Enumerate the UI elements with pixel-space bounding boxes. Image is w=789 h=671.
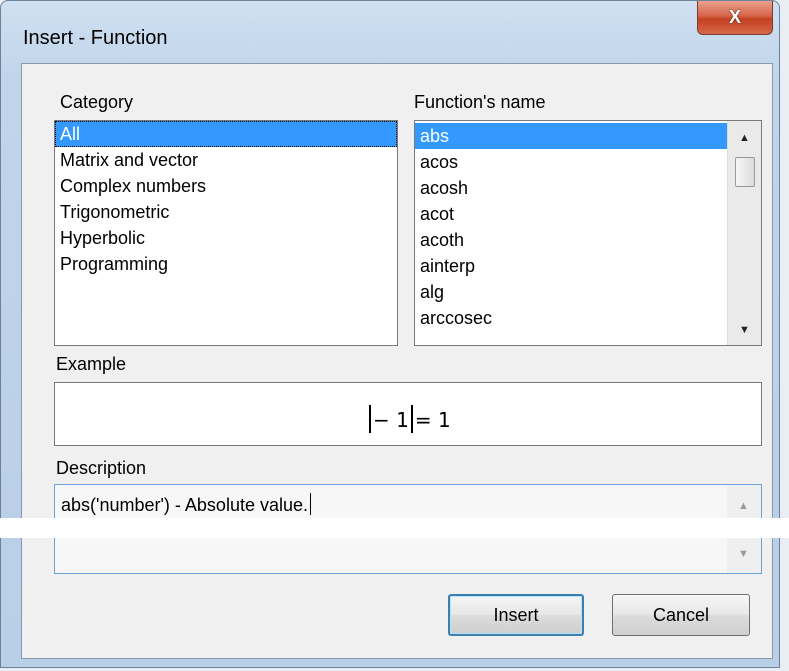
function-list-item[interactable]: acos: [415, 149, 761, 175]
function-name-label: Function's name: [414, 92, 546, 112]
function-list-item[interactable]: ainterp: [415, 253, 761, 279]
category-list-item[interactable]: Trigonometric: [55, 199, 397, 225]
function-list: abs acos acosh acot acoth ainterp alg arccosec: [415, 121, 761, 331]
function-list-item[interactable]: acoth: [415, 227, 761, 253]
dialog-title: Insert - Function: [23, 27, 168, 49]
dialog-client-area: Category All Matrix and vector Complex num…: [21, 63, 773, 659]
dialog-window: Insert - Function X Category All Matrix a…: [0, 0, 780, 668]
description-text: abs('number') - Absolute value.: [61, 493, 311, 516]
up-arrow-icon[interactable]: ▲: [728, 125, 761, 151]
category-list-item[interactable]: Hyperbolic: [55, 225, 397, 251]
function-listbox[interactable]: abs acos acosh acot acoth ainterp alg arccosec …: [414, 120, 762, 346]
formula-one: 1: [396, 408, 409, 432]
abs-bar-left: [369, 405, 371, 433]
function-list-item[interactable]: acot: [415, 201, 761, 227]
cancel-button[interactable]: Cancel: [612, 594, 750, 636]
description-label: Description: [56, 458, 147, 478]
function-list-item[interactable]: acosh: [415, 175, 761, 201]
screen-artifact-stripe: [0, 518, 789, 538]
function-list-scrollbar[interactable]: ▲ ▼: [727, 121, 761, 345]
abs-bar-right: [410, 405, 413, 433]
description-value: abs('number') - Absolute value.: [61, 495, 308, 515]
text-caret: [310, 493, 311, 515]
scrollbar-thumb[interactable]: [735, 157, 755, 187]
up-arrow-icon[interactable]: ▲: [727, 493, 760, 519]
down-arrow-icon[interactable]: ▼: [727, 541, 760, 567]
category-list-item[interactable]: Programming: [55, 251, 397, 277]
category-list-item[interactable]: Matrix and vector: [55, 147, 397, 173]
example-formula: − 1 = 1: [367, 405, 451, 433]
insert-button[interactable]: Insert: [448, 594, 584, 636]
function-list-item[interactable]: arccosec: [415, 305, 761, 331]
example-box: − 1 = 1: [54, 382, 762, 446]
formula-result: = 1: [414, 408, 451, 432]
category-listbox[interactable]: All Matrix and vector Complex numbers Trigo…: [54, 120, 398, 346]
down-arrow-icon[interactable]: ▼: [728, 317, 761, 343]
category-list-item[interactable]: Complex numbers: [55, 173, 397, 199]
formula-minus: −: [373, 408, 390, 432]
category-label: Category: [60, 92, 134, 112]
category-list: All Matrix and vector Complex numbers Trigo…: [55, 121, 397, 277]
category-list-item[interactable]: All: [55, 121, 397, 147]
close-button[interactable]: X: [697, 1, 773, 35]
function-list-item[interactable]: abs: [415, 123, 761, 149]
function-list-item[interactable]: alg: [415, 279, 761, 305]
example-label: Example: [56, 354, 127, 374]
close-icon: X: [728, 7, 741, 27]
